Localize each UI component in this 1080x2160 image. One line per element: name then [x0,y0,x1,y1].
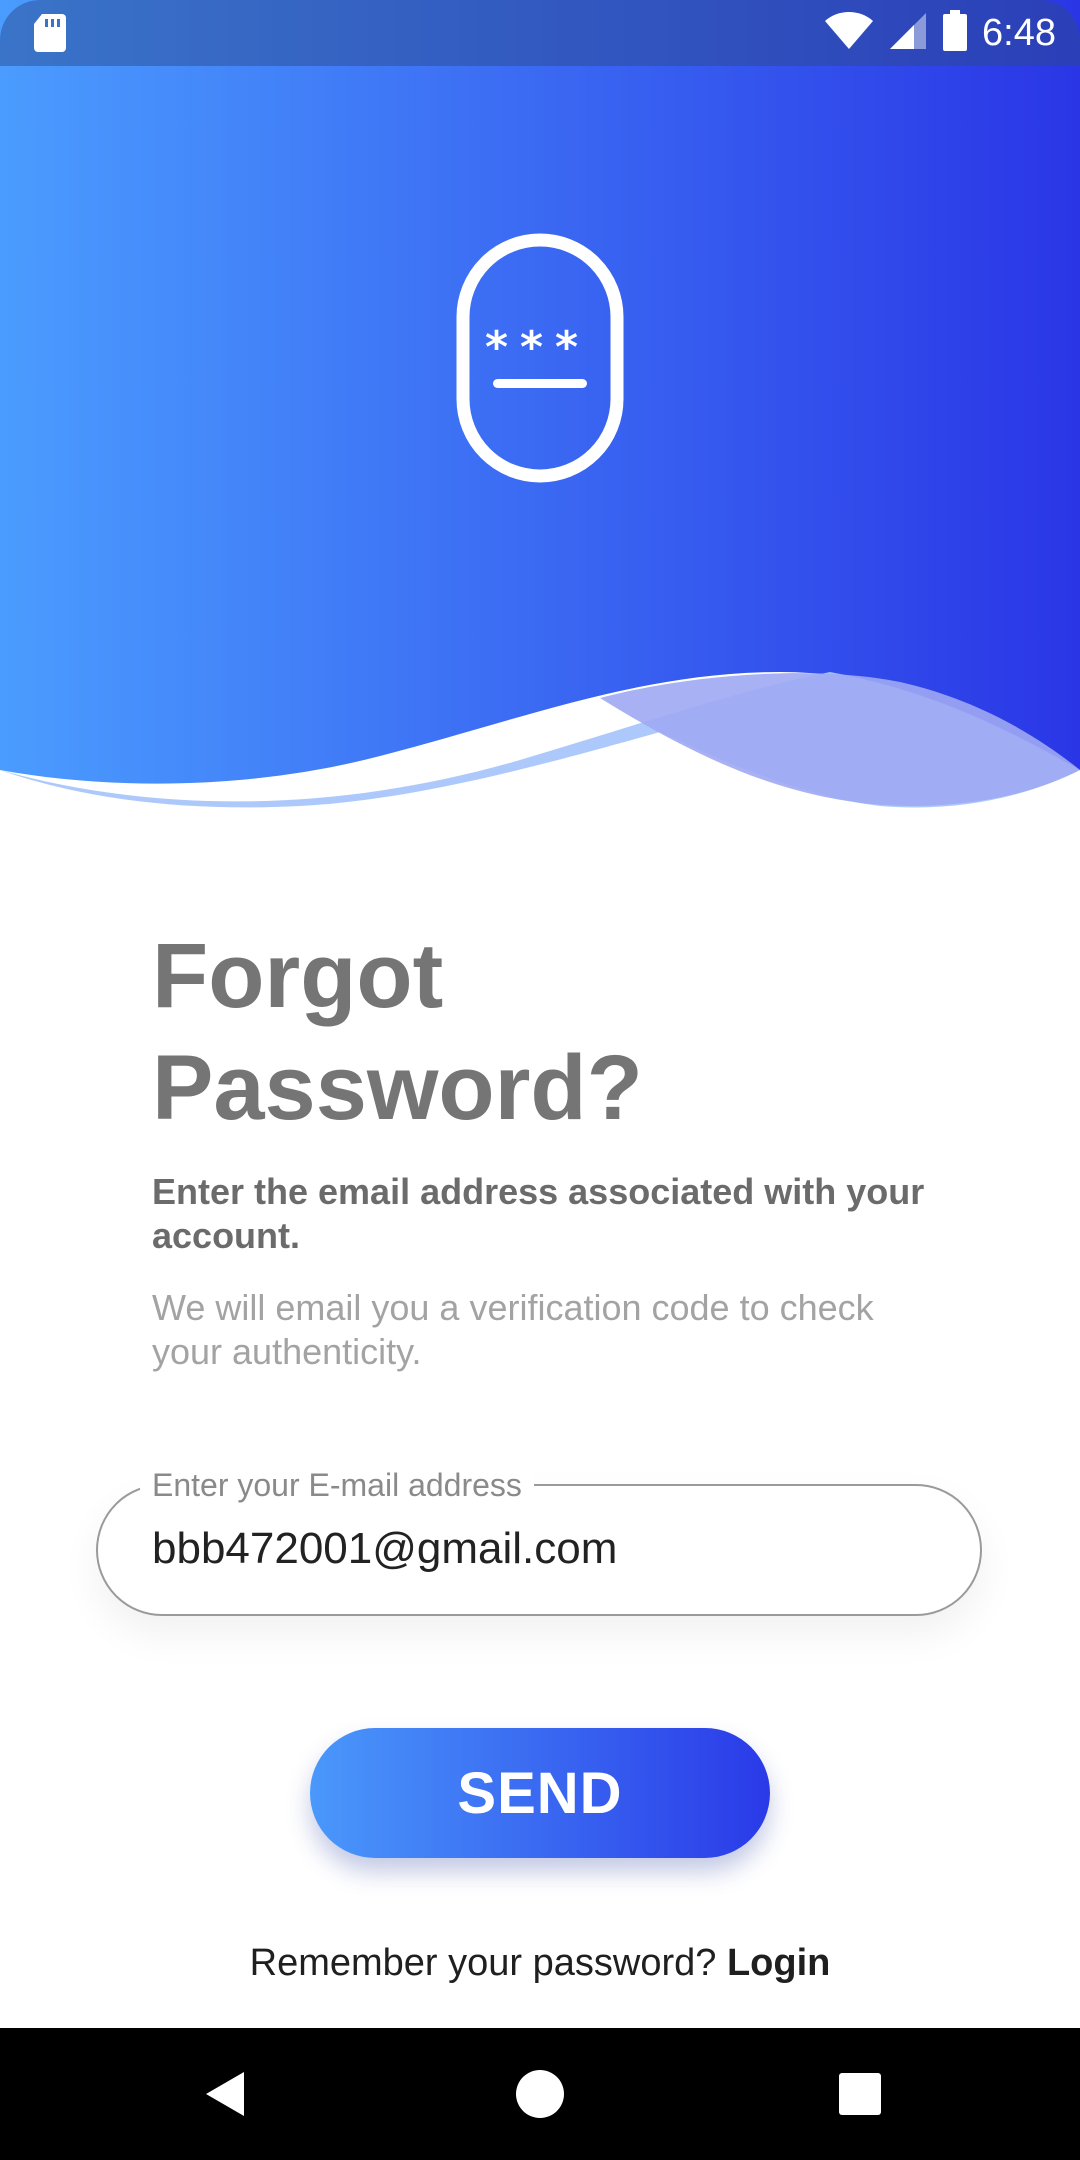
status-bar: 6:48 [0,0,1080,66]
wifi-icon [824,11,874,56]
back-icon[interactable] [200,2066,256,2122]
signal-icon [888,11,928,56]
email-field-label: Enter your E-mail address [140,1466,534,1504]
remember-password-text: Remember your password? [249,1942,717,1984]
sd-card-icon [32,12,68,54]
svg-text:*: * [520,322,543,373]
recents-icon[interactable] [832,2066,888,2122]
navigation-bar [0,2028,1080,2160]
clock-time: 6:48 [982,11,1056,54]
instruction-text: Enter the email address associated with … [152,1171,925,1256]
login-link[interactable]: Login [727,1942,830,1984]
header-banner: * * * [0,0,1080,820]
title-line-2: Password? [152,1037,643,1139]
email-input[interactable] [152,1521,932,1577]
send-button[interactable]: SEND [310,1728,770,1858]
title-line-1: Forgot [152,925,444,1027]
remember-password-row: Remember your password? Login [0,1940,1080,1986]
battery-icon [942,9,968,57]
password-lock-icon: * * * [455,232,625,484]
verification-note: We will email you a verification code to… [152,1287,874,1372]
home-icon[interactable] [512,2066,568,2122]
page-title: Forgot Password? [152,920,952,1144]
svg-text:*: * [555,322,578,373]
forgot-password-screen: * * * 6:48 Forgot Password? Enter the em… [0,0,1080,2160]
svg-text:*: * [485,322,508,373]
status-icons: 6:48 [824,8,1056,58]
